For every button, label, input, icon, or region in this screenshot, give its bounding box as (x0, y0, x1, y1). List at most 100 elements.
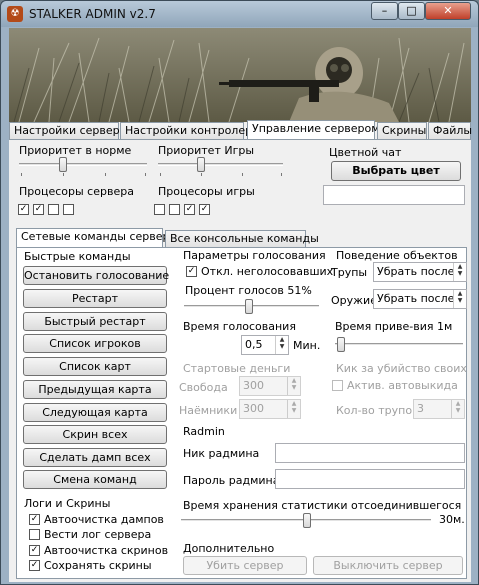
auto-clean-screens-checkbox[interactable]: ✓ (29, 545, 40, 556)
next-map-button[interactable]: Следующая карта (23, 403, 167, 422)
title-bar[interactable]: ☢ STALKER ADMIN v2.7 – □ ✕ (1, 1, 478, 27)
corpses-label: Трупы (331, 266, 368, 279)
game-cpu-1-checkbox[interactable] (154, 204, 165, 215)
merc-label: Наёмники (179, 404, 238, 417)
server-cpus-label: Процесоры сервера (19, 185, 134, 198)
vote-time-spinner[interactable]: ▲ ▼ (275, 336, 288, 354)
banner-image (9, 28, 471, 122)
tab-server-settings[interactable]: Настройки сервера (9, 122, 126, 139)
priority-game-label: Приоритет Игры (158, 144, 255, 157)
tab-network-commands[interactable]: Сетевые команды сервера (16, 228, 176, 248)
merc-money-spinner[interactable]: ▲ ▼ (287, 400, 300, 418)
tick-mark (105, 173, 106, 176)
weapon-spinner[interactable]: ▲ ▼ (453, 290, 466, 308)
minimize-button[interactable]: – (371, 2, 398, 20)
tick-mark (281, 173, 282, 176)
choose-color-button[interactable]: Выбрать цвет (331, 161, 461, 181)
tick-mark (145, 173, 146, 176)
disable-nonvoters-checkbox[interactable]: ✓ (186, 266, 197, 277)
auto-kick-label: Актив. автовыкида (347, 379, 458, 392)
priority-normal-track (19, 163, 147, 166)
tab-controller-settings[interactable]: Настройки контролера (120, 122, 259, 139)
tick-mark (242, 173, 243, 176)
game-cpus-label: Процесоры игры (158, 185, 255, 198)
disable-nonvoters-label: Откл. неголосовавших (201, 265, 334, 278)
respawn-label: Время приве-вия 1м (335, 320, 453, 333)
priority-normal-slider[interactable] (59, 157, 67, 172)
radmin-title: Radmin (183, 425, 225, 438)
vote-time-label: Время голосования (183, 320, 296, 333)
extra-title: Дополнительно (183, 542, 275, 555)
tab-files[interactable]: Файлы (428, 122, 472, 139)
tab-console-commands[interactable]: Все консольные команды (165, 230, 319, 247)
app-icon: ☢ (7, 6, 23, 22)
server-cpu-4-checkbox[interactable] (63, 204, 74, 215)
tab-server-management[interactable]: Управление сервером (247, 120, 380, 139)
vote-time-unit: Мин. (293, 339, 321, 352)
game-cpu-4-checkbox[interactable]: ✓ (199, 204, 210, 215)
fast-restart-button[interactable]: Быстрый рестарт (23, 312, 167, 331)
stats-retention-value: 30м. (439, 513, 465, 526)
quick-commands-title: Быстрые команды (24, 250, 131, 263)
save-screens-label: Сохранять скрины (44, 559, 152, 572)
priority-normal-label: Приоритет в норме (19, 144, 132, 157)
server-cpu-2-checkbox[interactable]: ✓ (33, 204, 44, 215)
priority-game-slider[interactable] (197, 157, 205, 172)
radmin-password-field[interactable] (275, 469, 465, 489)
restart-button[interactable]: Рестарт (23, 289, 167, 308)
logs-title: Логи и Скрины (24, 497, 111, 510)
kick-title: Кик за убийство своих (336, 362, 467, 375)
tab-screenshots[interactable]: Скрины (377, 122, 427, 139)
radmin-nick-field[interactable] (275, 443, 465, 463)
radmin-password-label: Пароль радмина (183, 474, 280, 487)
server-cpu-3-checkbox[interactable] (48, 204, 59, 215)
auto-clean-dumps-label: Автоочистка дампов (44, 513, 164, 526)
priority-game-track (158, 163, 283, 166)
kill-server-button[interactable]: Убить сервер (183, 556, 307, 575)
dump-all-button[interactable]: Сделать дамп всех (23, 448, 167, 467)
previous-map-button[interactable]: Предыдущая карта (23, 380, 167, 399)
server-log-checkbox[interactable] (29, 529, 40, 540)
respawn-slider[interactable] (337, 337, 345, 352)
objects-title: Поведение объектов (336, 249, 458, 262)
shutdown-server-button[interactable]: Выключить сервер (313, 556, 463, 575)
map-list-button[interactable]: Список карт (23, 357, 167, 376)
game-cpu-3-checkbox[interactable]: ✓ (184, 204, 195, 215)
tick-mark (160, 173, 161, 176)
vote-percent-slider[interactable] (245, 299, 253, 314)
tick-mark (63, 173, 64, 176)
switch-teams-button[interactable]: Смена команд (23, 470, 167, 489)
respawn-track (335, 343, 463, 346)
tab-divider (9, 139, 471, 140)
corpse-count-label: Кол-во трупов (336, 404, 419, 417)
corpse-count-spinner[interactable]: ▲ ▼ (451, 400, 464, 418)
freedom-money-spinner[interactable]: ▲ ▼ (287, 377, 300, 395)
auto-clean-dumps-checkbox[interactable]: ✓ (29, 514, 40, 525)
tick-mark (21, 173, 22, 176)
stats-retention-slider[interactable] (303, 513, 311, 528)
game-cpu-2-checkbox[interactable] (169, 204, 180, 215)
server-cpu-1-checkbox[interactable]: ✓ (18, 204, 29, 215)
save-screens-checkbox[interactable]: ✓ (29, 560, 40, 571)
stats-retention-label: Время хранения статистики отсоединившего… (183, 499, 462, 512)
auto-kick-checkbox[interactable] (332, 380, 343, 391)
app-window: ☢ STALKER ADMIN v2.7 – □ ✕ Настройки сер… (0, 0, 479, 585)
color-chat-label: Цветной чат (329, 146, 402, 159)
vote-percent-label: Процент голосов 51% (185, 284, 312, 297)
auto-clean-screens-label: Автоочистка скринов (44, 544, 169, 557)
stop-vote-button[interactable]: Остановить голосование (23, 266, 169, 285)
radmin-nick-label: Ник радмина (183, 447, 260, 460)
corpses-spinner[interactable]: ▲ ▼ (453, 263, 466, 281)
weapon-label: Оружие (331, 294, 377, 307)
main-client-area: Настройки сервера Настройки контролера У… (9, 120, 472, 582)
color-field[interactable] (323, 185, 465, 205)
close-button[interactable]: ✕ (425, 2, 471, 20)
freedom-label: Свобода (179, 381, 228, 394)
player-list-button[interactable]: Список игроков (23, 334, 167, 353)
server-log-label: Вести лог сервера (44, 528, 152, 541)
stalker-banner-illustration (9, 28, 471, 122)
maximize-button[interactable]: □ (398, 2, 425, 20)
screenshot-all-button[interactable]: Скрин всех (23, 425, 167, 444)
window-title: STALKER ADMIN v2.7 (29, 7, 156, 21)
vote-params-title: Параметры голосования (183, 249, 326, 262)
